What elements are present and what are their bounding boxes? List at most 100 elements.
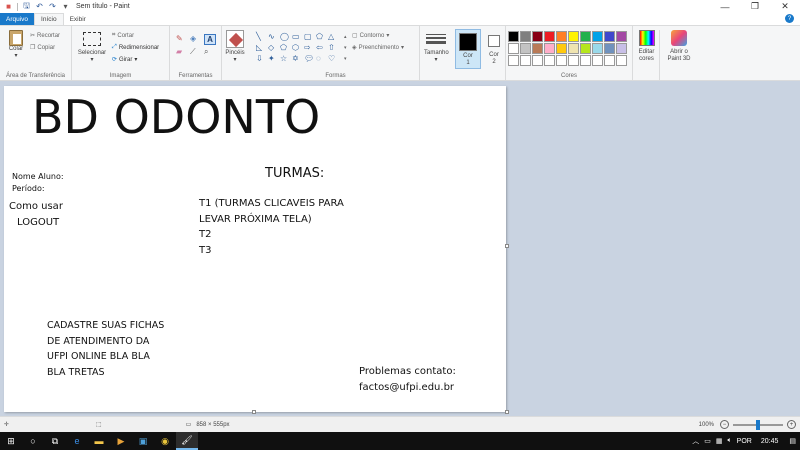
- color-swatch[interactable]: [568, 31, 579, 42]
- color-swatch[interactable]: [580, 31, 591, 42]
- outline-dropdown[interactable]: ▢ Contorno ▾: [352, 32, 389, 40]
- cut-button[interactable]: ✂ Recortar: [30, 32, 60, 40]
- color-swatch[interactable]: [508, 31, 519, 42]
- color-swatch[interactable]: [520, 43, 531, 54]
- battery-icon[interactable]: ▭: [704, 437, 711, 445]
- fill-bucket-icon[interactable]: ◈: [190, 34, 202, 45]
- maximize-button[interactable]: ❐: [740, 0, 770, 13]
- color-swatch[interactable]: [604, 55, 615, 66]
- down-arrow-shape-icon[interactable]: ⇩: [256, 54, 268, 65]
- pencil-icon[interactable]: ✎: [176, 34, 188, 45]
- keyboard-language[interactable]: POR: [737, 438, 752, 445]
- redo-icon[interactable]: ↷: [48, 2, 57, 11]
- edit-colors-button[interactable]: Editar cores: [634, 30, 660, 81]
- fill-dropdown[interactable]: ◈ Preenchimento ▾: [352, 44, 404, 52]
- tab-file[interactable]: Arquivo: [0, 13, 35, 25]
- color-swatch[interactable]: [508, 55, 519, 66]
- windows-start-icon[interactable]: ⊞: [0, 432, 22, 450]
- media-player-icon[interactable]: ▶: [110, 432, 132, 450]
- customize-icon[interactable]: ▾: [61, 2, 70, 11]
- resize-handle-bottom[interactable]: [252, 410, 256, 414]
- color-swatch[interactable]: [520, 55, 531, 66]
- edge-browser-icon[interactable]: e: [66, 432, 88, 450]
- color1-button[interactable]: Cor 1: [455, 29, 481, 69]
- show-hidden-icons-icon[interactable]: ︿: [692, 436, 699, 446]
- drawing-canvas[interactable]: BD ODONTO Nome Aluno: Período: Como usar…: [4, 86, 506, 412]
- oval-callout-shape-icon[interactable]: ◌: [316, 54, 328, 65]
- volume-icon[interactable]: 🔈︎: [727, 437, 731, 445]
- color-swatch[interactable]: [592, 31, 603, 42]
- hexagon-shape-icon[interactable]: ⬡: [292, 43, 304, 54]
- right-triangle-shape-icon[interactable]: ◺: [256, 43, 268, 54]
- resize-handle-right[interactable]: [505, 244, 509, 248]
- five-point-star-icon[interactable]: ☆: [280, 54, 292, 65]
- eraser-icon[interactable]: ▰: [176, 47, 188, 57]
- pentagon-shape-icon[interactable]: ⬠: [280, 43, 292, 54]
- action-center-icon[interactable]: ▤: [789, 437, 796, 445]
- color-swatch[interactable]: [604, 31, 615, 42]
- color-picker-icon[interactable]: ⟋: [190, 47, 202, 57]
- paste-button[interactable]: Colar ▾: [5, 30, 27, 59]
- color-swatch[interactable]: [544, 43, 555, 54]
- color2-button[interactable]: Cor 2: [483, 29, 505, 69]
- clock[interactable]: 20:45: [761, 438, 779, 445]
- file-explorer-icon[interactable]: ▬: [88, 432, 110, 450]
- close-button[interactable]: ✕: [770, 0, 800, 13]
- chrome-icon[interactable]: ◉: [154, 432, 176, 450]
- zoom-slider-thumb[interactable]: [756, 419, 760, 430]
- color-swatch[interactable]: [544, 31, 555, 42]
- rectangle-shape-icon[interactable]: ▭: [292, 32, 304, 43]
- search-icon[interactable]: ○: [22, 432, 44, 450]
- color-swatch[interactable]: [580, 55, 591, 66]
- paint-taskbar-icon[interactable]: 🖌︎: [176, 432, 198, 450]
- color-swatch[interactable]: [520, 31, 531, 42]
- color-swatch[interactable]: [532, 43, 543, 54]
- color-swatch[interactable]: [544, 55, 555, 66]
- tab-home[interactable]: Início: [34, 13, 64, 25]
- magnifier-icon[interactable]: ⌕: [204, 47, 216, 57]
- color-swatch[interactable]: [568, 43, 579, 54]
- minimize-button[interactable]: —: [710, 0, 740, 13]
- line-shape-icon[interactable]: ╲: [256, 32, 268, 43]
- tab-view[interactable]: Exibir: [64, 13, 92, 25]
- network-icon[interactable]: ▦: [716, 437, 723, 445]
- color-swatch[interactable]: [592, 43, 603, 54]
- color-swatch[interactable]: [556, 43, 567, 54]
- triangle-shape-icon[interactable]: △: [328, 32, 340, 43]
- color-swatch[interactable]: [568, 55, 579, 66]
- zoom-out-button[interactable]: −: [720, 420, 729, 429]
- size-button[interactable]: Tamanho ▾: [424, 34, 449, 63]
- open-paint3d-button[interactable]: Abrir o Paint 3D: [664, 30, 694, 63]
- diamond-shape-icon[interactable]: ◇: [268, 43, 280, 54]
- color-swatch[interactable]: [508, 43, 519, 54]
- zoom-slider[interactable]: [733, 419, 783, 430]
- text-tool-icon[interactable]: A: [204, 34, 216, 45]
- resize-button[interactable]: ⤢ Redimensionar: [112, 44, 159, 51]
- heart-shape-icon[interactable]: ♡: [328, 54, 340, 65]
- crop-button[interactable]: ⌗ Cortar: [112, 32, 134, 39]
- undo-icon[interactable]: ↶: [35, 2, 44, 11]
- six-point-star-icon[interactable]: ✡: [292, 54, 304, 65]
- right-arrow-shape-icon[interactable]: ⇨: [304, 43, 316, 54]
- copy-button[interactable]: ❐ Copiar: [30, 44, 55, 52]
- task-view-icon[interactable]: ⧉: [44, 432, 66, 450]
- rotate-button[interactable]: ⟳ Girar ▾: [112, 56, 137, 64]
- shapes-gallery[interactable]: ╲ ∿ ◯ ▭ ▢ ⬠ △ ◺ ◇ ⬠ ⬡ ⇨ ⇦ ⇧ ⇩ ✦ ☆ ✡ 💬︎ ◌…: [256, 32, 344, 66]
- color-swatch[interactable]: [556, 31, 567, 42]
- left-arrow-shape-icon[interactable]: ⇦: [316, 43, 328, 54]
- color-swatch[interactable]: [580, 43, 591, 54]
- color-swatch[interactable]: [616, 31, 627, 42]
- zoom-in-button[interactable]: +: [787, 420, 796, 429]
- oval-shape-icon[interactable]: ◯: [280, 32, 292, 43]
- select-button[interactable]: Selecionar ▾: [76, 32, 108, 63]
- four-point-star-icon[interactable]: ✦: [268, 54, 280, 65]
- help-icon[interactable]: ?: [785, 14, 794, 23]
- color-swatch[interactable]: [556, 55, 567, 66]
- up-arrow-shape-icon[interactable]: ⇧: [328, 43, 340, 54]
- save-icon[interactable]: 🖫: [22, 1, 31, 11]
- color-swatch[interactable]: [592, 55, 603, 66]
- color-swatch[interactable]: [616, 55, 627, 66]
- polygon-shape-icon[interactable]: ⬠: [316, 32, 328, 43]
- resize-handle-corner[interactable]: [505, 410, 509, 414]
- color-swatch[interactable]: [532, 55, 543, 66]
